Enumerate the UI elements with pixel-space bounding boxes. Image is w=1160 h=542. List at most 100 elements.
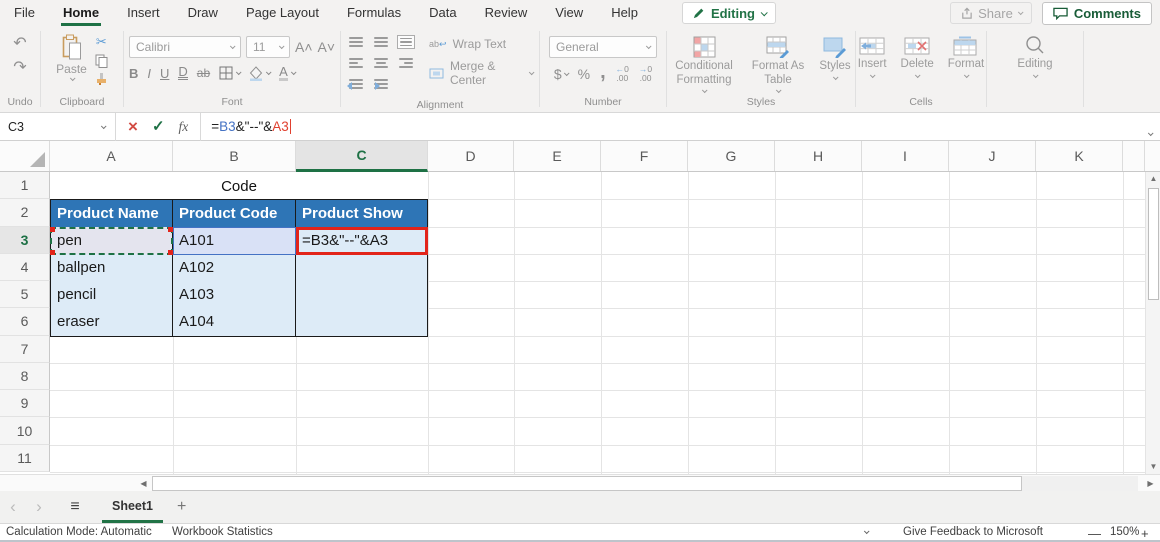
editing-menu-button[interactable]: Editing (1012, 32, 1057, 78)
comma-format-button[interactable]: , (600, 62, 606, 82)
column-header-G[interactable]: G (688, 141, 775, 171)
delete-cells-button[interactable]: Delete (896, 34, 939, 78)
vertical-scrollbar[interactable]: ▲ ▼ (1145, 172, 1160, 474)
horizontal-scroll-thumb[interactable] (152, 476, 1022, 491)
paste-button[interactable]: Paste (56, 32, 87, 82)
comments-button[interactable]: Comments (1041, 1, 1152, 25)
format-cells-button[interactable]: Format (943, 34, 989, 78)
horizontal-scroll-track[interactable] (152, 476, 1138, 491)
tab-insert[interactable]: Insert (113, 0, 174, 26)
tab-formulas[interactable]: Formulas (333, 0, 415, 26)
cell-A6[interactable]: eraser (50, 308, 173, 337)
copy-icon[interactable] (95, 54, 108, 68)
cell-A4[interactable]: ballpen (50, 253, 173, 283)
row-header-6[interactable]: 6 (0, 308, 50, 336)
row-header-8[interactable]: 8 (0, 362, 50, 391)
cell-C3[interactable]: =B3&"--"&A3 (296, 226, 428, 255)
tab-help[interactable]: Help (597, 0, 652, 26)
cell-A1-merged-title[interactable]: Code (50, 172, 428, 201)
decrease-indent-button[interactable] (347, 77, 365, 91)
scroll-left-icon[interactable]: ◀ (136, 476, 151, 491)
calculation-mode-status[interactable]: Calculation Mode: Automatic (6, 526, 152, 538)
increase-decimal-button[interactable]: ←0.00 (616, 65, 629, 82)
formula-input[interactable]: = B3 &"--"& A3 (201, 119, 292, 134)
zoom-level[interactable]: 150% (1110, 526, 1139, 538)
font-name-select[interactable]: Calibri (128, 36, 241, 58)
align-left-button[interactable] (347, 56, 365, 70)
cell-C6[interactable] (296, 308, 428, 337)
spreadsheet-grid[interactable]: Code Product Name Product Code Product S… (0, 141, 1160, 491)
currency-format-button[interactable]: $ (554, 66, 570, 82)
cell-A5[interactable]: pencil (50, 281, 173, 310)
tab-review[interactable]: Review (471, 0, 542, 26)
expand-formula-bar-button[interactable] (1147, 123, 1154, 141)
cell-A2[interactable]: Product Name (50, 199, 173, 228)
scroll-right-icon[interactable]: ▶ (1143, 476, 1158, 491)
cell-C2[interactable]: Product Show (296, 199, 428, 228)
format-painter-icon[interactable] (95, 72, 108, 85)
row-header-10[interactable]: 10 (0, 417, 50, 445)
tab-view[interactable]: View (541, 0, 597, 26)
scroll-up-icon[interactable]: ▲ (1146, 172, 1160, 186)
align-right-button[interactable] (397, 56, 415, 70)
cell-B2[interactable]: Product Code (173, 199, 296, 228)
cell-C4[interactable] (296, 253, 428, 283)
enter-check-icon[interactable]: ✓ (152, 119, 165, 134)
tab-page-layout[interactable]: Page Layout (232, 0, 333, 26)
font-size-select[interactable]: 11 (245, 36, 290, 58)
prev-sheet-icon[interactable]: ‹ (0, 497, 26, 517)
decrease-font-size-button[interactable]: A˅ (318, 39, 336, 55)
increase-indent-button[interactable] (372, 77, 390, 91)
bold-button[interactable]: B (129, 66, 138, 81)
row-header-3[interactable]: 3 (0, 226, 50, 254)
row-header-11[interactable]: 11 (0, 444, 50, 472)
cut-icon[interactable]: ✂ (96, 34, 107, 50)
cancel-icon[interactable]: × (128, 118, 138, 135)
column-header-H[interactable]: H (775, 141, 862, 171)
strikethrough-button[interactable]: ab (197, 66, 210, 80)
align-middle-button[interactable] (372, 35, 390, 49)
zoom-in-button[interactable]: + (1141, 526, 1149, 541)
wrap-text-button[interactable]: ab↩ Wrap Text (429, 37, 533, 51)
row-header-2[interactable]: 2 (0, 199, 50, 227)
sheet-tab-sheet1[interactable]: Sheet1 (102, 491, 163, 523)
column-header-K[interactable]: K (1036, 141, 1123, 171)
row-header-7[interactable]: 7 (0, 335, 50, 363)
column-header-B[interactable]: B (173, 141, 296, 171)
column-header-E[interactable]: E (514, 141, 601, 171)
vertical-scroll-thumb[interactable] (1148, 188, 1159, 300)
tab-home[interactable]: Home (49, 0, 113, 26)
column-header-A[interactable]: A (50, 141, 173, 171)
increase-font-size-button[interactable]: A˄ (295, 39, 313, 55)
percent-format-button[interactable]: % (578, 66, 590, 82)
share-button[interactable]: Share (950, 2, 1032, 24)
number-format-select[interactable]: General (549, 36, 657, 58)
editing-mode-button[interactable]: Editing (681, 2, 776, 24)
cell-C5[interactable] (296, 281, 428, 310)
horizontal-scrollbar[interactable]: ◀ ▶ (0, 474, 1160, 491)
column-header-D[interactable]: D (428, 141, 514, 171)
tab-draw[interactable]: Draw (174, 0, 232, 26)
conditional-formatting-button[interactable]: Conditional Formatting (666, 34, 742, 94)
cell-B6[interactable]: A104 (173, 308, 296, 337)
cell-B4[interactable]: A102 (173, 253, 296, 283)
feedback-link[interactable]: Give Feedback to Microsoft (903, 526, 1043, 538)
row-header-5[interactable]: 5 (0, 281, 50, 309)
sheet-list-menu-icon[interactable]: ≡ (60, 498, 90, 516)
insert-function-icon[interactable]: fx (179, 119, 189, 135)
insert-cells-button[interactable]: Insert (853, 34, 892, 78)
column-header-I[interactable]: I (862, 141, 949, 171)
align-bottom-button[interactable] (397, 35, 415, 49)
borders-button[interactable] (219, 66, 242, 80)
tab-data[interactable]: Data (415, 0, 470, 26)
column-header-F[interactable]: F (601, 141, 688, 171)
tab-file[interactable]: File (0, 0, 49, 26)
cell-styles-button[interactable]: Styles (814, 34, 856, 93)
format-as-table-button[interactable]: Format As Table (746, 34, 810, 94)
decrease-decimal-button[interactable]: →0.00 (639, 65, 652, 82)
merge-center-button[interactable]: Merge & Center (429, 59, 535, 87)
cell-B5[interactable]: A103 (173, 281, 296, 310)
align-center-button[interactable] (372, 56, 390, 70)
font-color-button[interactable]: A (279, 65, 297, 81)
fill-color-button[interactable] (249, 65, 272, 81)
